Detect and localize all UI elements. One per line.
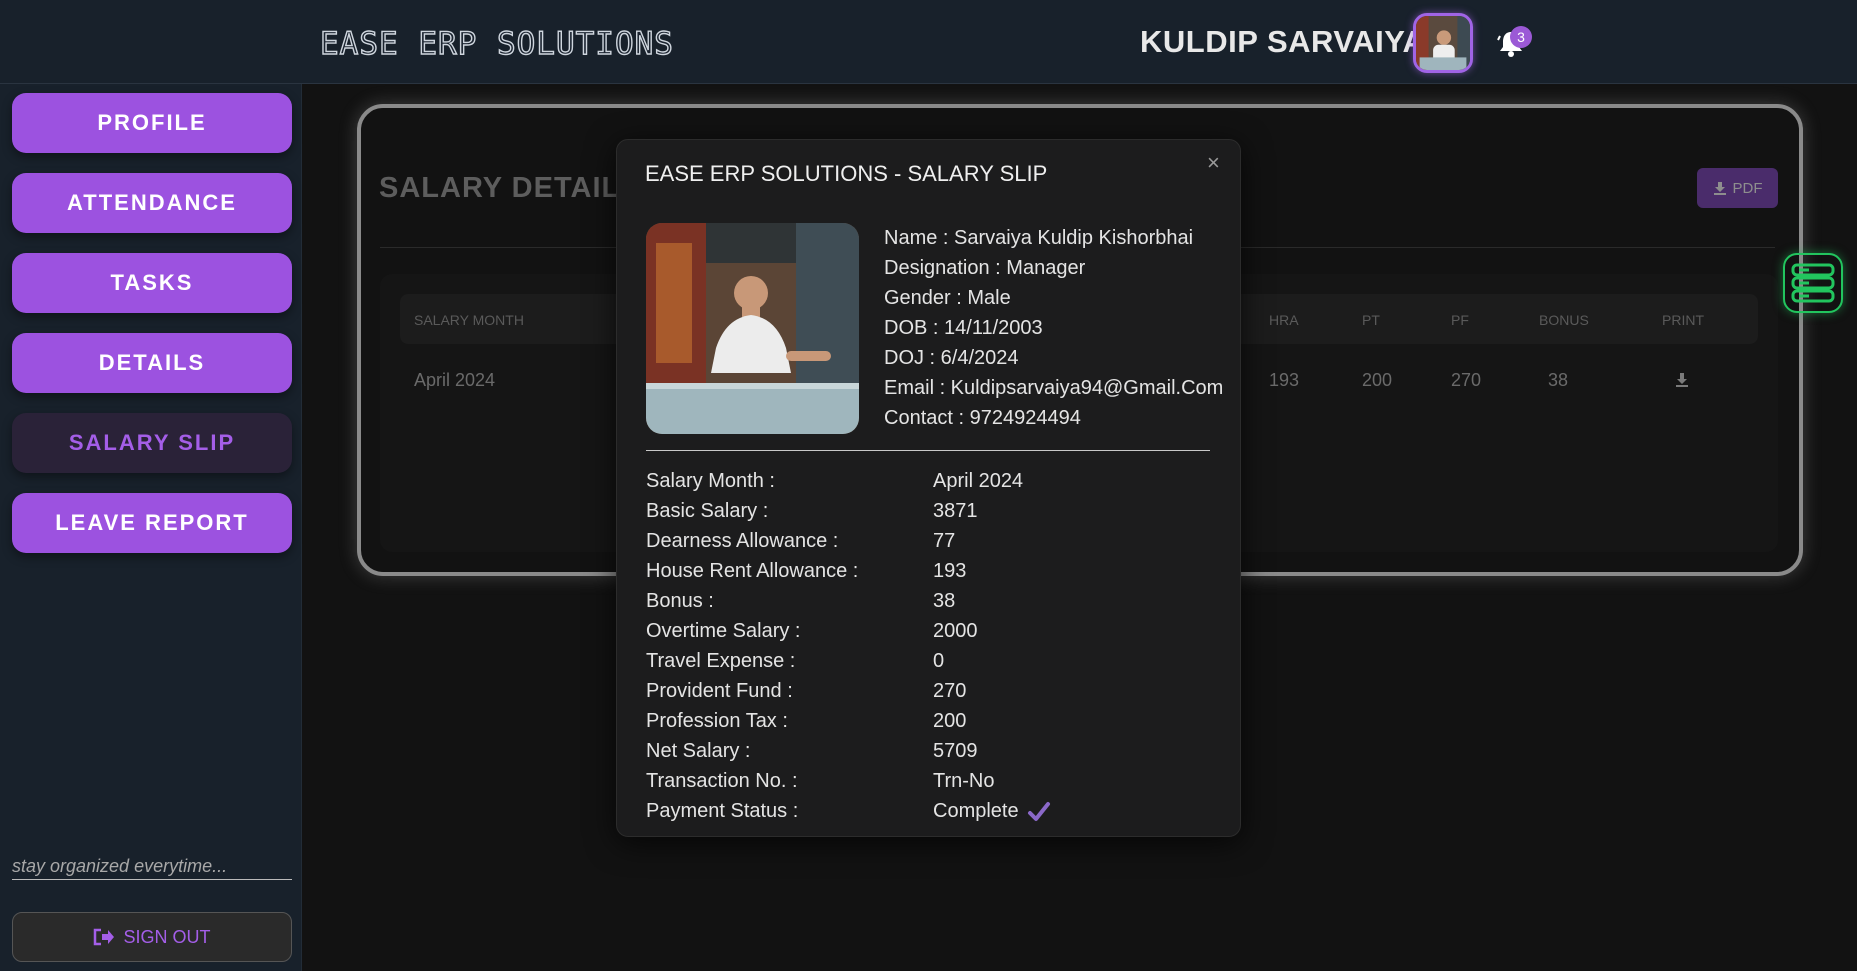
- row-label: Basic Salary :: [646, 500, 769, 522]
- employee-gender: Gender : Male: [884, 287, 1011, 309]
- sign-out-label: SIGN OUT: [123, 926, 211, 947]
- row-label: Dearness Allowance :: [646, 530, 839, 552]
- sidebar-item-salary-slip[interactable]: SALARY SLIP: [12, 413, 292, 473]
- payment-status: Complete: [933, 800, 1019, 822]
- row-value: Trn-No: [933, 770, 995, 792]
- row-value: 193: [933, 560, 967, 582]
- sign-out-button[interactable]: SIGN OUT: [12, 912, 292, 962]
- row-label: Net Salary :: [646, 740, 751, 762]
- sidebar-item-attendance[interactable]: ATTENDANCE: [12, 173, 292, 233]
- notification-badge: 3: [1510, 26, 1532, 48]
- check-icon: [1028, 802, 1050, 821]
- row-label: Provident Fund :: [646, 680, 793, 702]
- server-icon: [1791, 263, 1835, 303]
- row-label: Travel Expense :: [646, 650, 796, 672]
- row-label: Overtime Salary :: [646, 620, 801, 642]
- server-icon-button[interactable]: [1783, 253, 1843, 313]
- page-title: SALARY DETAILS: [379, 172, 641, 204]
- table-cell: 193: [1269, 370, 1300, 390]
- avatar[interactable]: [1413, 13, 1473, 73]
- column-header: PRINT: [1662, 312, 1704, 328]
- row-label: Bonus :: [646, 590, 714, 612]
- table-cell: 200: [1362, 370, 1393, 390]
- pdf-label: PDF: [1732, 179, 1763, 197]
- row-value: 38: [933, 590, 956, 612]
- sidebar-item-leave-report[interactable]: LEAVE REPORT: [12, 493, 292, 553]
- pdf-button[interactable]: PDF: [1697, 168, 1778, 208]
- modal-title: EASE ERP SOLUTIONS - SALARY SLIP: [645, 161, 1048, 186]
- table-cell: April 2024: [414, 370, 496, 390]
- employee-dob: DOB : 14/11/2003: [884, 317, 1043, 339]
- row-label: Salary Month :: [646, 470, 775, 492]
- table-cell: 270: [1451, 370, 1482, 390]
- column-header: SALARY MONTH: [414, 312, 524, 328]
- sidebar-item-profile[interactable]: PROFILE: [12, 93, 292, 153]
- print-download-icon[interactable]: [1674, 372, 1690, 388]
- row-value: 2000: [933, 620, 978, 642]
- row-label: Profession Tax :: [646, 710, 788, 732]
- table-cell: 38: [1548, 370, 1569, 390]
- employee-designation: Designation : Manager: [884, 257, 1086, 279]
- row-value: 270: [933, 680, 967, 702]
- column-header: HRA: [1269, 312, 1299, 328]
- row-value: 200: [933, 710, 967, 732]
- employee-name: Name : Sarvaiya Kuldip Kishorbhai: [884, 227, 1194, 249]
- row-label: Transaction No. :: [646, 770, 798, 792]
- sidebar-item-details[interactable]: DETAILS: [12, 333, 292, 393]
- employee-contact: Contact : 9724924494: [884, 407, 1081, 429]
- close-icon[interactable]: ×: [1207, 150, 1220, 176]
- column-header: PF: [1451, 312, 1469, 328]
- app-logo[interactable]: EASE ERP SOLUTIONS: [319, 25, 674, 62]
- employee-email: Email : Kuldipsarvaiya94@Gmail.Com: [884, 377, 1224, 399]
- row-value: 77: [933, 530, 956, 552]
- row-value: 0: [933, 650, 945, 672]
- download-icon: [1713, 182, 1726, 195]
- sign-out-icon: [94, 928, 115, 946]
- row-value: 5709: [933, 740, 978, 762]
- employee-doj: DOJ : 6/4/2024: [884, 347, 1019, 369]
- column-header: BONUS: [1539, 312, 1589, 328]
- row-label: House Rent Allowance :: [646, 560, 859, 582]
- modal-divider: [646, 450, 1210, 451]
- employee-photo: [646, 223, 859, 434]
- row-label: Payment Status :: [646, 800, 799, 822]
- row-value: 3871: [933, 500, 978, 522]
- sidebar-item-tasks[interactable]: TASKS: [12, 253, 292, 313]
- top-bar: [0, 0, 1857, 84]
- column-header: PT: [1362, 312, 1380, 328]
- sidebar-tagline: stay organized everytime...: [12, 856, 292, 880]
- row-value: April 2024: [933, 470, 1024, 492]
- user-name: KULDIP SARVAIYA: [1140, 24, 1426, 59]
